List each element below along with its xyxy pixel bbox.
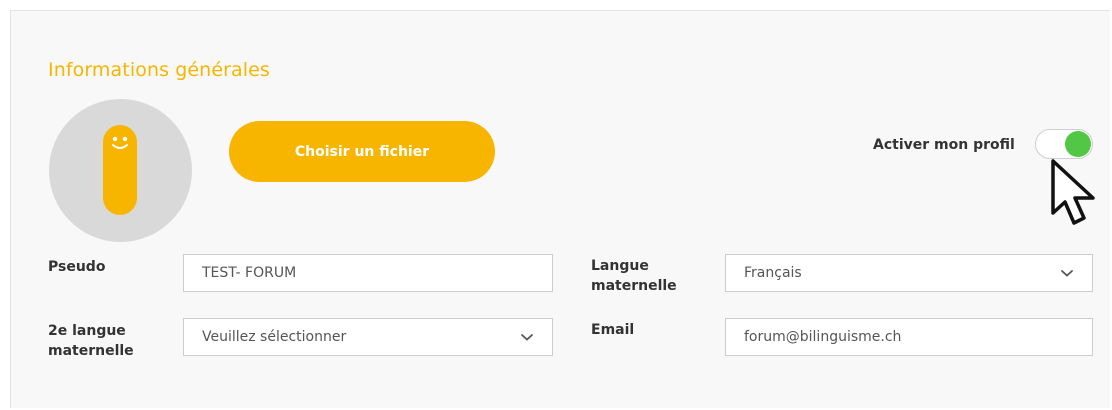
email-value: forum@bilinguisme.ch bbox=[744, 329, 902, 345]
choose-file-button[interactable]: Choisir un fichier bbox=[229, 121, 495, 182]
native-language-value: Français bbox=[744, 265, 802, 281]
pseudo-input[interactable]: TEST- FORUM bbox=[183, 254, 553, 292]
second-native-language-label-line1: 2e langue bbox=[48, 323, 126, 339]
native-language-label-line1: Langue bbox=[591, 258, 649, 274]
toggle-knob bbox=[1065, 131, 1091, 157]
second-native-language-value: Veuillez sélectionner bbox=[202, 329, 347, 345]
email-field[interactable]: forum@bilinguisme.ch bbox=[725, 318, 1093, 356]
general-info-panel: Informations générales Choisir un fichie… bbox=[10, 10, 1110, 408]
second-native-language-label-line2: maternelle bbox=[48, 343, 134, 359]
activate-profile-label: Activer mon profil bbox=[873, 137, 1015, 153]
email-label: Email bbox=[591, 322, 635, 338]
chevron-down-icon bbox=[1061, 270, 1073, 277]
native-language-label-line2: maternelle bbox=[591, 278, 677, 294]
section-title: Informations générales bbox=[48, 59, 270, 81]
native-language-select[interactable]: Français bbox=[725, 254, 1093, 292]
native-language-label: Langue maternelle bbox=[591, 256, 677, 296]
second-native-language-label: 2e langue maternelle bbox=[48, 321, 134, 361]
avatar[interactable] bbox=[49, 99, 192, 242]
chevron-down-icon bbox=[521, 334, 533, 341]
smiley-face-icon bbox=[112, 136, 128, 149]
activate-profile-toggle[interactable] bbox=[1035, 129, 1093, 159]
second-native-language-select[interactable]: Veuillez sélectionner bbox=[183, 318, 553, 356]
pseudo-value: TEST- FORUM bbox=[202, 265, 297, 281]
smiling-pill-avatar-icon bbox=[103, 125, 137, 215]
mouse-pointer-icon bbox=[1051, 159, 1095, 225]
pseudo-label: Pseudo bbox=[48, 259, 106, 275]
